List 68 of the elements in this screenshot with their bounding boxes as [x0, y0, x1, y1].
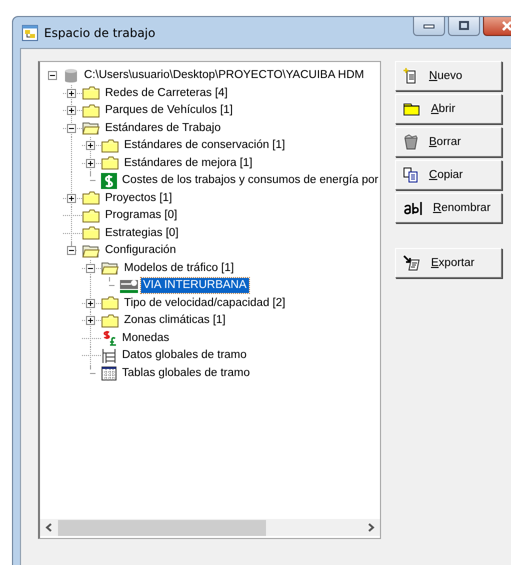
- collapse-toggle[interactable]: [67, 246, 76, 255]
- action-button[interactable]: Exportar: [395, 248, 502, 278]
- tree-item[interactable]: Tipo de velocidad/capacidad [2]: [122, 296, 288, 311]
- tree-item[interactable]: Zonas climáticas [1]: [122, 313, 228, 328]
- expand-toggle[interactable]: [86, 141, 95, 150]
- maximize-icon: [458, 21, 470, 31]
- collapse-toggle[interactable]: [48, 71, 57, 80]
- tree-item[interactable]: Configuración: [103, 243, 178, 258]
- action-button[interactable]: Nuevo: [395, 61, 502, 91]
- tree-item[interactable]: Parques de Vehículos [1]: [103, 103, 235, 118]
- database-icon: [63, 68, 79, 84]
- action-button[interactable]: Borrar: [395, 127, 502, 157]
- folder-icon: [82, 226, 100, 240]
- folder-icon: [101, 156, 119, 170]
- tree-item[interactable]: Redes de Carreteras [4]: [103, 86, 230, 101]
- scroll-right-icon[interactable]: [367, 523, 375, 532]
- folder-icon: [82, 104, 100, 118]
- horizontal-scrollbar[interactable]: [40, 519, 380, 536]
- tree-item[interactable]: Estándares de mejora [1]: [122, 156, 254, 171]
- scroll-left-icon[interactable]: [45, 523, 53, 532]
- expand-toggle[interactable]: [86, 298, 95, 308]
- window-icon: [22, 24, 38, 40]
- road-icon: [120, 278, 138, 293]
- action-button[interactable]: Renombrar: [395, 193, 502, 223]
- expand-toggle[interactable]: [86, 158, 95, 168]
- copy-icon: [403, 167, 419, 183]
- folder-icon: [101, 138, 119, 153]
- open-folder-icon: [82, 244, 100, 258]
- action-button[interactable]: Copiar: [395, 160, 502, 190]
- table-icon: [101, 365, 117, 382]
- folder-icon: [82, 191, 100, 206]
- dollar-icon: [101, 172, 117, 189]
- collapse-toggle[interactable]: [86, 264, 95, 272]
- expand-toggle[interactable]: [86, 316, 95, 325]
- data-grid-icon: [101, 348, 117, 364]
- tree-item[interactable]: VIA INTERURBANA: [141, 278, 249, 294]
- action-button[interactable]: Abrir: [395, 94, 502, 124]
- tree-item[interactable]: Programas [0]: [103, 208, 180, 224]
- tree-item[interactable]: Tablas globales de tramo: [120, 366, 252, 381]
- expand-toggle[interactable]: [67, 88, 76, 98]
- open-folder-icon: [101, 261, 119, 276]
- open-folder-icon: [82, 121, 100, 136]
- folder-icon: [82, 208, 100, 223]
- currency-icon: [101, 330, 117, 346]
- maximize-button[interactable]: [448, 17, 480, 36]
- tree-item[interactable]: Estrategias [0]: [103, 226, 181, 241]
- tree-item[interactable]: Modelos de tráfico [1]: [122, 260, 236, 276]
- folder-icon: [82, 86, 100, 100]
- text-cursor-icon: [403, 201, 423, 215]
- tree-item[interactable]: Monedas: [120, 330, 172, 346]
- tree-item[interactable]: Costes de los trabajos y consumos de energía por: [120, 173, 380, 188]
- trash-icon: [403, 134, 419, 150]
- expand-toggle[interactable]: [67, 106, 76, 115]
- export-icon: [403, 255, 421, 271]
- collapse-toggle[interactable]: [67, 124, 76, 132]
- tree-item[interactable]: Proyectos [1]: [103, 190, 174, 206]
- minimize-icon: [423, 23, 435, 29]
- window-title: Espacio de trabajo: [44, 26, 156, 40]
- tree-item[interactable]: Estándares de conservación [1]: [122, 138, 288, 154]
- tree-item[interactable]: C:\Users\usuario\Desktop\PROYECTO\YACUIBA HDM: [82, 68, 366, 84]
- folder-icon: [403, 102, 421, 116]
- close-icon: [501, 21, 511, 31]
- tree-item[interactable]: Datos globales de tramo: [120, 348, 249, 364]
- minimize-button[interactable]: [413, 17, 445, 36]
- tree-item[interactable]: Estándares de Trabajo: [103, 120, 223, 136]
- expand-toggle[interactable]: [67, 194, 76, 202]
- folder-icon: [101, 296, 119, 310]
- folder-icon: [101, 314, 119, 328]
